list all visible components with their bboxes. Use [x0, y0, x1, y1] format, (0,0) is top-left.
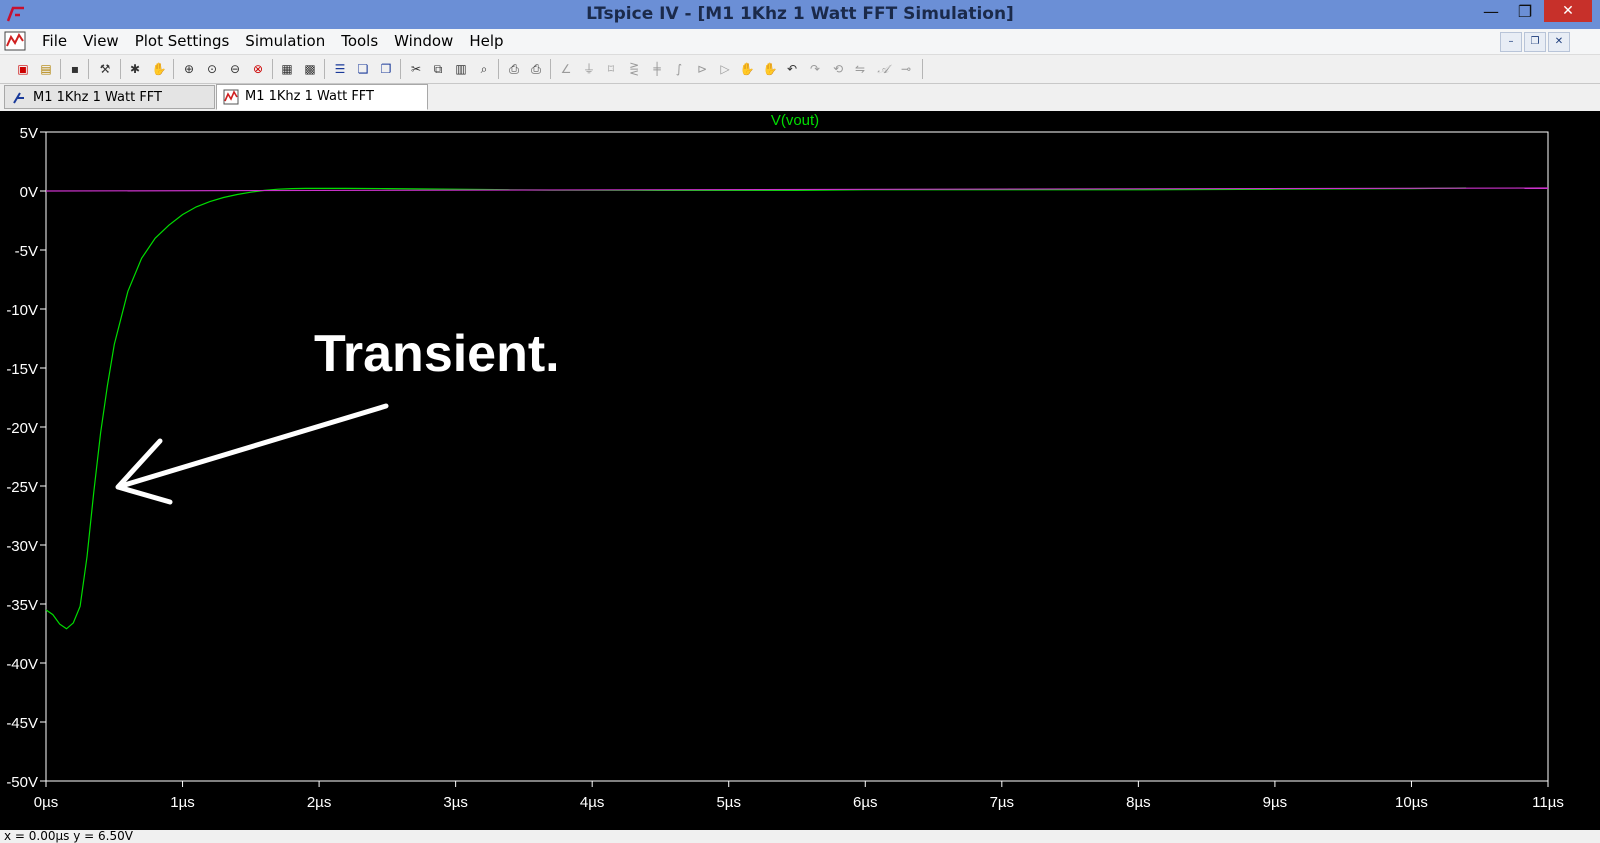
- mdi-minimize-button[interactable]: –: [1500, 32, 1522, 52]
- y-tick-label: -20V: [6, 420, 38, 437]
- save-icon[interactable]: ▪: [66, 60, 84, 78]
- paste-icon[interactable]: ▥: [452, 60, 470, 78]
- rotate-icon[interactable]: ⟲: [829, 60, 847, 78]
- zoom-area-icon[interactable]: ⊙: [203, 60, 221, 78]
- text-icon[interactable]: 𝒜: [874, 60, 892, 78]
- plot-traces: [45, 187, 1549, 630]
- autorange-icon[interactable]: ▦: [278, 60, 296, 78]
- document-tabs: M1 1Khz 1 Watt FFT Simulation M1 1Khz 1 …: [0, 84, 1600, 129]
- print-setup-icon[interactable]: ⎙: [505, 60, 523, 78]
- mdi-close-button[interactable]: ✕: [1548, 32, 1570, 52]
- waveform-doc-icon[interactable]: [4, 31, 26, 51]
- copy-icon[interactable]: ⧉: [429, 60, 447, 78]
- x-tick-label: 3µs: [443, 794, 468, 811]
- menu-file[interactable]: File: [34, 32, 75, 50]
- x-tick-label: 8µs: [1126, 794, 1151, 811]
- y-tick-label: 0V: [20, 184, 38, 201]
- x-tick-label: 0µs: [34, 794, 59, 811]
- inductor-icon[interactable]: ∫: [670, 60, 688, 78]
- find-icon[interactable]: ⌕: [475, 60, 493, 78]
- move-icon[interactable]: ✋: [738, 60, 756, 78]
- close-button[interactable]: ✕: [1544, 0, 1592, 22]
- maximize-button[interactable]: ❐: [1506, 0, 1544, 22]
- y-tick-label: -15V: [6, 361, 38, 378]
- window-title: LTspice IV - [M1 1Khz 1 Watt FFT Simulat…: [586, 4, 1014, 24]
- label-icon[interactable]: ⌑: [602, 60, 620, 78]
- print-icon[interactable]: ⎙: [527, 60, 545, 78]
- ground-icon[interactable]: ⏚: [580, 60, 598, 78]
- y-tick-label: -30V: [6, 538, 38, 555]
- x-tick-label: 5µs: [716, 794, 741, 811]
- tab-schematic[interactable]: M1 1Khz 1 Watt FFT Simulation: [4, 85, 215, 129]
- x-tick-label: 2µs: [307, 794, 332, 811]
- y-tick-label: 5V: [20, 125, 38, 142]
- diode-icon[interactable]: ⊳: [693, 60, 711, 78]
- tab-waveform[interactable]: M1 1Khz 1 Watt FFT Simulation: [216, 84, 428, 128]
- y-tick-label: -50V: [6, 774, 38, 791]
- status-bar: x = 0.00µs y = 6.50V: [0, 829, 1600, 843]
- menu-window[interactable]: Window: [386, 32, 461, 50]
- menu-plot-settings[interactable]: Plot Settings: [127, 32, 238, 50]
- trace-vout[interactable]: [45, 187, 1467, 630]
- y-tick-label: -35V: [6, 597, 38, 614]
- tile-vertical-icon[interactable]: ❐: [377, 60, 395, 78]
- resistor-icon[interactable]: ⋛: [625, 60, 643, 78]
- x-tick-label: 9µs: [1263, 794, 1288, 811]
- annotation-arrow: [115, 403, 389, 505]
- waveform-plot-pane[interactable]: 5V 0V -5V -10V -15V -20V -25V -30V -35V -40V -45V -…: [0, 111, 1600, 830]
- redo-icon[interactable]: ↷: [806, 60, 824, 78]
- cascade-icon[interactable]: ❏: [354, 60, 372, 78]
- new-schematic-icon[interactable]: ▣: [14, 60, 32, 78]
- run-icon[interactable]: ✱: [126, 60, 144, 78]
- zoom-out-icon[interactable]: ⊖: [226, 60, 244, 78]
- cut-icon[interactable]: ✂: [407, 60, 425, 78]
- y-tick-label: -10V: [6, 302, 38, 319]
- title-bar: LTspice IV - [M1 1Khz 1 Watt FFT Simulat…: [0, 0, 1600, 29]
- tile-horizontal-icon[interactable]: ☰: [331, 60, 349, 78]
- mirror-icon[interactable]: ⇋: [851, 60, 869, 78]
- menu-bar: File View Plot Settings Simulation Tools…: [0, 29, 1600, 55]
- component-icon[interactable]: ▷: [716, 60, 734, 78]
- annotation-text: Transient.: [314, 325, 560, 383]
- zoom-cancel-icon[interactable]: ⊗: [249, 60, 267, 78]
- x-tick-label: 4µs: [580, 794, 605, 811]
- y-tick-label: -25V: [6, 479, 38, 496]
- cursor-readout: x = 0.00µs y = 6.50V: [4, 829, 133, 843]
- schematic-icon: [13, 92, 24, 104]
- halt-icon[interactable]: ✋: [150, 60, 168, 78]
- mdi-restore-button[interactable]: ❐: [1524, 32, 1546, 52]
- minimize-button[interactable]: —: [1472, 0, 1510, 22]
- undo-icon[interactable]: ↶: [783, 60, 801, 78]
- x-tick-label: 11µs: [1532, 794, 1564, 811]
- fit-icon[interactable]: ▩: [301, 60, 319, 78]
- y-tick-label: -5V: [15, 243, 38, 260]
- x-tick-label: 10µs: [1395, 794, 1428, 811]
- waveform-plot[interactable]: 5V 0V -5V -10V -15V -20V -25V -30V -35V -40V -45V -…: [0, 111, 1600, 830]
- menu-simulation[interactable]: Simulation: [237, 32, 333, 50]
- drag-icon[interactable]: ✋: [761, 60, 779, 78]
- zoom-in-icon[interactable]: ⊕: [180, 60, 198, 78]
- y-tick-label: -40V: [6, 656, 38, 673]
- capacitor-icon[interactable]: ╪: [648, 60, 666, 78]
- wire-icon[interactable]: ∠: [557, 60, 575, 78]
- x-tick-label: 7µs: [990, 794, 1015, 811]
- x-tick-label: 1µs: [170, 794, 195, 811]
- menu-tools[interactable]: Tools: [333, 32, 386, 50]
- plot-axes: 5V 0V -5V -10V -15V -20V -25V -30V -35V -40V -45V -…: [6, 125, 1564, 811]
- spice-directive-icon[interactable]: ⊸: [897, 60, 915, 78]
- menu-help[interactable]: Help: [461, 32, 511, 50]
- y-tick-label: -45V: [6, 715, 38, 732]
- open-icon[interactable]: ▤: [37, 60, 55, 78]
- x-tick-label: 6µs: [853, 794, 878, 811]
- plot-frame-border: [45, 131, 1549, 782]
- menu-view[interactable]: View: [75, 32, 127, 50]
- toolbar: ▣ ▤ ▪ ⚒ ✱ ✋ ⊕ ⊙ ⊖ ⊗ ▦ ▩ ☰ ❏ ❐ ✂ ⧉ ▥ ⌕ ⎙ …: [0, 55, 1600, 84]
- waveform-icon: [223, 89, 239, 105]
- control-panel-icon[interactable]: ⚒: [96, 60, 114, 78]
- trace-label[interactable]: V(vout): [771, 112, 819, 129]
